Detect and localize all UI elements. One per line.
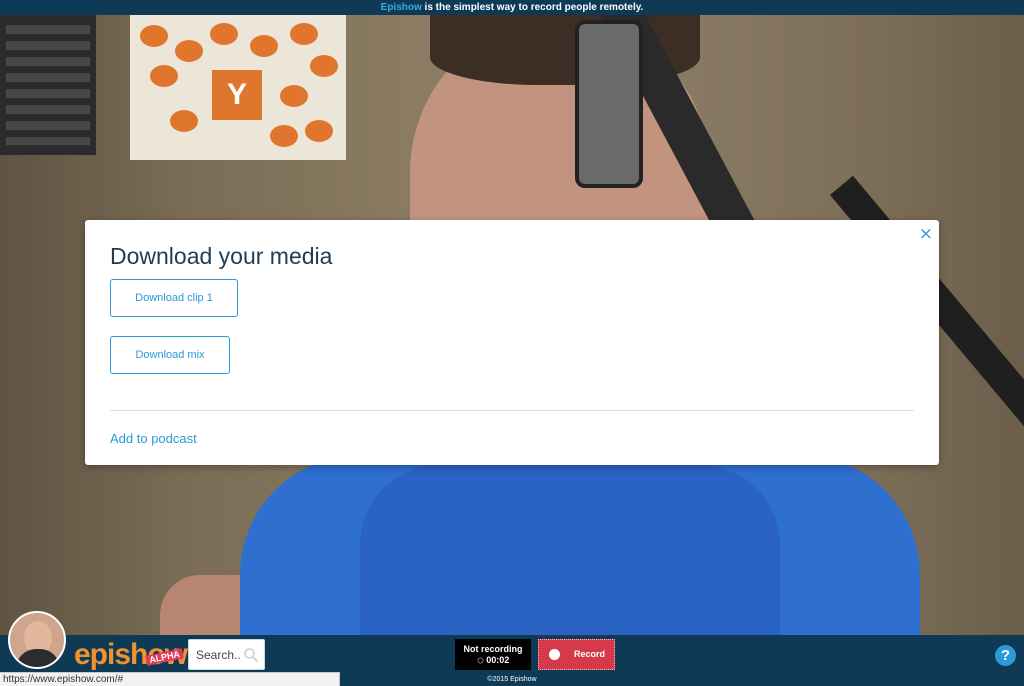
search-input[interactable] bbox=[189, 640, 248, 669]
recording-status: Not recording 00:02 bbox=[455, 639, 531, 670]
top-banner: Epishow is the simplest way to record pe… bbox=[0, 0, 1024, 15]
wall-poster: Y bbox=[130, 15, 346, 160]
help-icon[interactable]: ? bbox=[995, 645, 1016, 666]
modal-divider bbox=[110, 410, 914, 411]
download-clip-1-button[interactable]: Download clip 1 bbox=[110, 279, 238, 317]
banner-text: is the simplest way to record people rem… bbox=[421, 2, 644, 13]
browser-status-url: https://www.epishow.com/# bbox=[0, 672, 340, 686]
banner-brand: Epishow bbox=[380, 2, 422, 13]
record-dot-icon bbox=[549, 649, 560, 660]
avatar-body bbox=[16, 649, 60, 667]
search-box[interactable] bbox=[188, 639, 265, 670]
record-button-label: Record bbox=[574, 649, 606, 659]
recording-status-label: Not recording bbox=[463, 644, 523, 654]
download-media-modal: Download your media × Download clip 1 Do… bbox=[85, 220, 939, 465]
recording-timer: 00:02 bbox=[486, 655, 510, 665]
microphone bbox=[575, 20, 643, 188]
wall-frame-left bbox=[0, 15, 96, 155]
avatar[interactable] bbox=[8, 611, 66, 669]
modal-title: Download your media bbox=[110, 243, 333, 269]
person-shirt-shade bbox=[360, 465, 780, 635]
record-button[interactable]: Record bbox=[538, 639, 615, 670]
download-mix-button[interactable]: Download mix bbox=[110, 336, 230, 374]
timer-icon bbox=[477, 657, 484, 664]
close-icon[interactable]: × bbox=[919, 224, 933, 244]
poster-letter: Y bbox=[212, 70, 262, 120]
add-to-podcast-link[interactable]: Add to podcast bbox=[110, 431, 197, 446]
search-icon[interactable] bbox=[243, 647, 259, 663]
